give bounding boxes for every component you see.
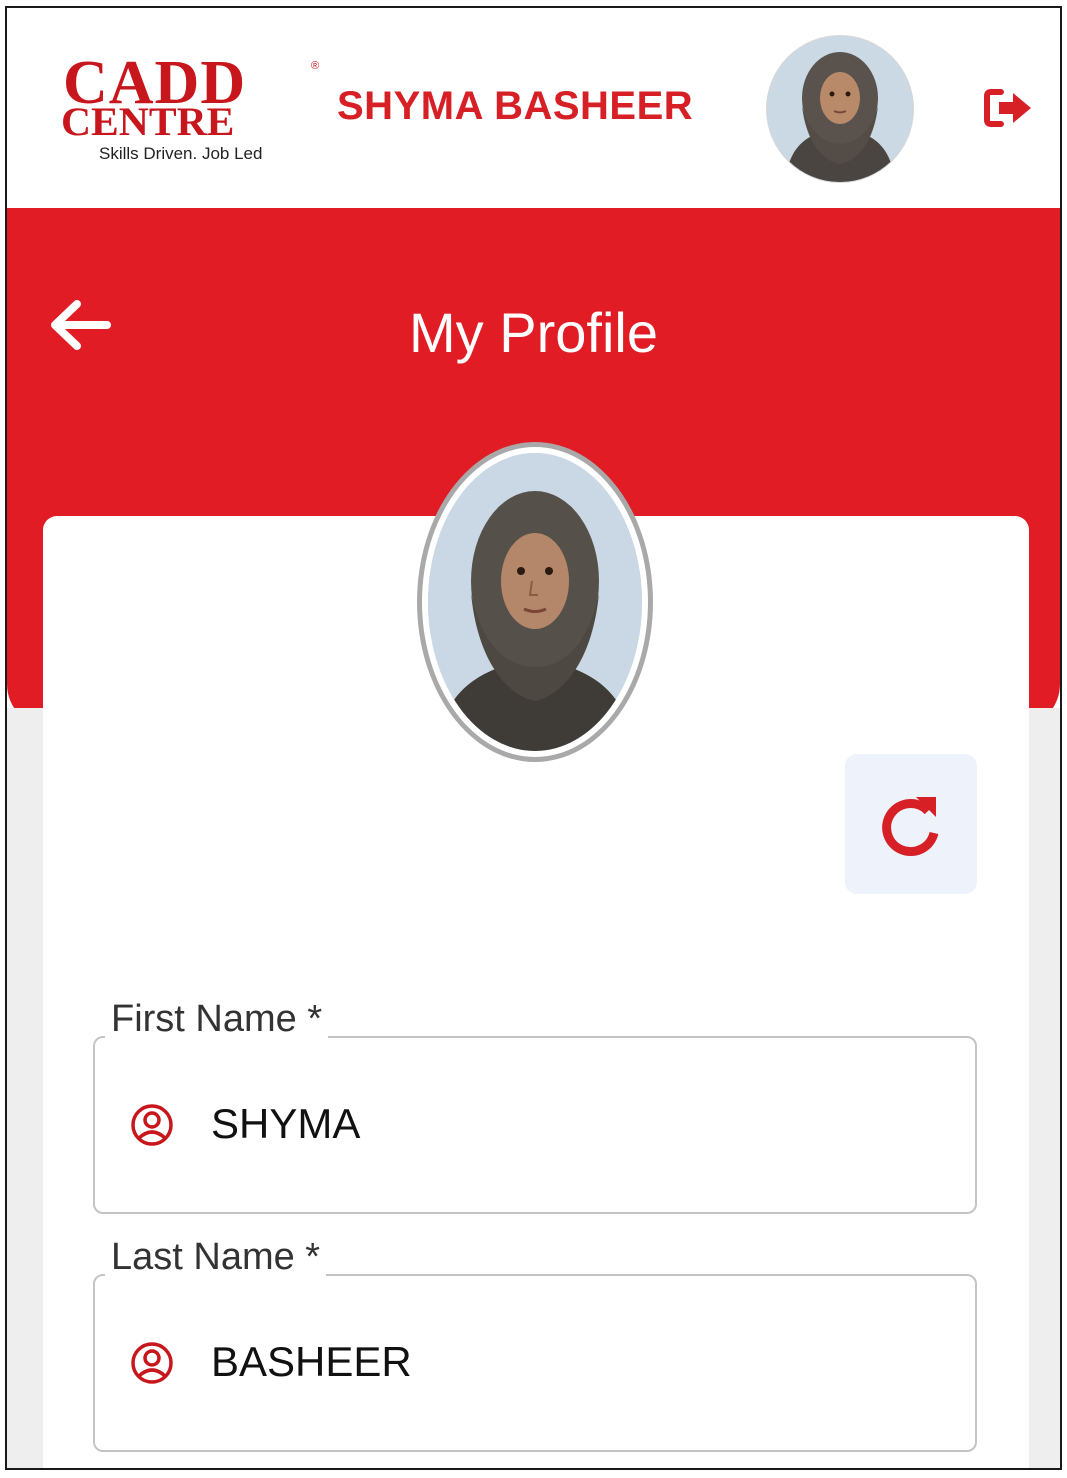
logo-tagline: Skills Driven. Job Led [99,144,263,163]
last-name-field[interactable]: Last Name * [93,1236,977,1452]
profile-photo-icon [428,453,642,751]
cadd-centre-logo[interactable]: CADD ® CENTRE Skills Driven. Job Led [59,52,320,176]
app-bar: CADD ® CENTRE Skills Driven. Job Led SHY… [7,8,1060,208]
app-frame: CADD ® CENTRE Skills Driven. Job Led SHY… [5,6,1062,1470]
profile-photo[interactable] [417,442,653,762]
page-title: My Profile [409,301,658,364]
last-name-label: Last Name * [105,1236,327,1279]
user-circle-icon [131,1342,173,1384]
refresh-icon [882,797,939,857]
first-name-input[interactable] [211,1100,911,1148]
logo-word-centre: CENTRE [61,99,235,144]
user-circle-icon [131,1104,173,1146]
logout-icon [984,89,1031,127]
refresh-button[interactable] [845,754,977,894]
first-name-field[interactable]: First Name * [93,998,977,1214]
header-avatar[interactable] [767,36,913,182]
profile-photo-image [428,453,642,751]
avatar-photo-icon [767,36,913,182]
header-user-name: SHYMA BASHEER [337,84,694,128]
last-name-input[interactable] [211,1338,911,1386]
logout-button[interactable] [983,86,1035,130]
logo-registered-mark: ® [311,60,320,72]
first-name-label: First Name * [105,998,329,1041]
